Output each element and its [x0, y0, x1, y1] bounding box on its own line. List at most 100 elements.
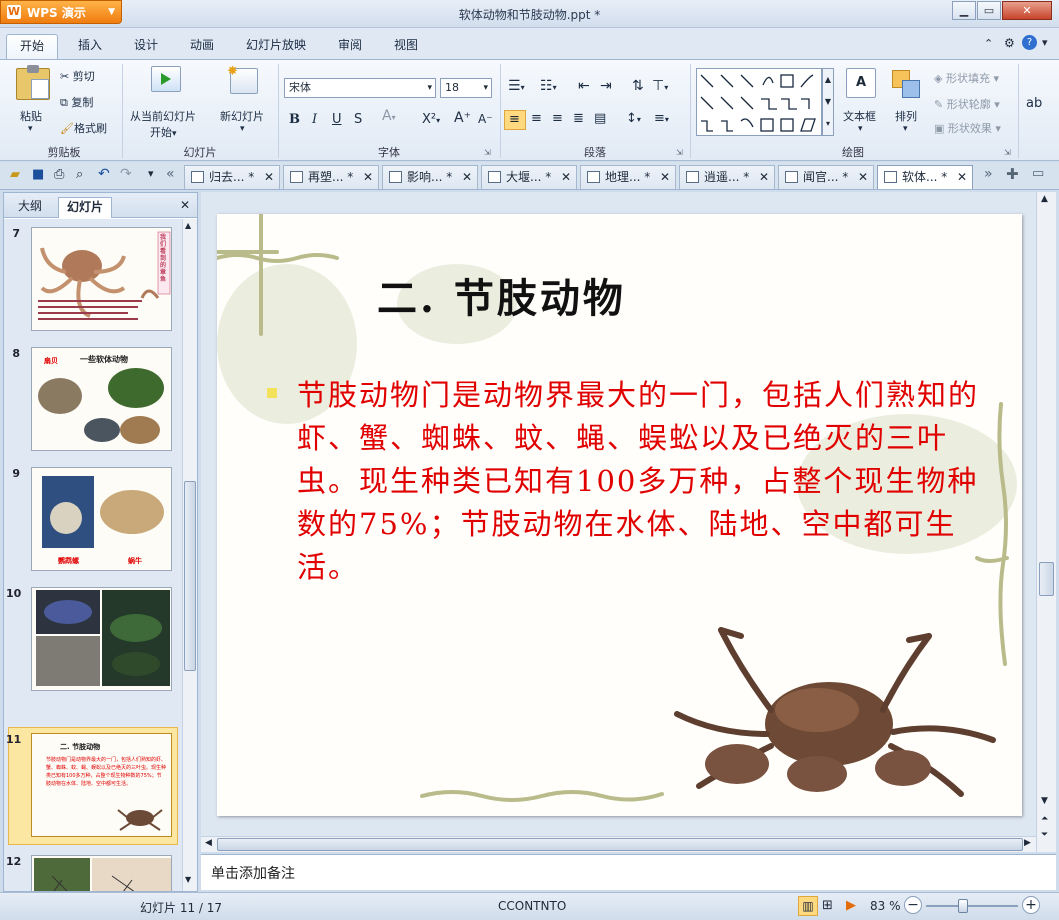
justify-icon[interactable]: ≣	[573, 111, 584, 126]
distribute-icon[interactable]: ▤	[594, 111, 606, 126]
help-icon[interactable]: ?	[1022, 35, 1037, 50]
line-spacing-icon[interactable]: ↕▾	[626, 111, 641, 126]
close-tab-icon[interactable]: ✕	[363, 166, 373, 188]
close-window-button[interactable]: ✕	[1002, 1, 1052, 20]
shrink-font-icon[interactable]: A⁻	[478, 112, 493, 126]
save-icon[interactable]: ■	[32, 167, 44, 182]
slide-thumbnail-11-selected[interactable]: 二. 节肢动物 节肢动物门是动物界最大的一门，包括人们熟知的虾、蟹、蜘蛛、蚊、蝇…	[31, 733, 172, 837]
doc-tab-7[interactable]: 闻官... * ✕	[778, 165, 874, 189]
chevron-down-icon[interactable]: ▾	[28, 124, 33, 134]
editor-horizontal-scrollbar[interactable]: ◀ ▶	[201, 836, 1036, 852]
chevron-down-icon[interactable]: ▾	[240, 124, 245, 134]
tab-list-icon[interactable]: ▭	[1032, 166, 1044, 181]
close-tab-icon[interactable]: ✕	[264, 166, 274, 188]
zoom-slider-thumb[interactable]	[958, 899, 968, 913]
doc-tab-active[interactable]: 软体... * ✕	[877, 165, 973, 189]
slide-sorter-icon[interactable]: ⊞	[822, 898, 833, 913]
shape-effect-button[interactable]: ▣ 形状效果 ▾	[934, 120, 1001, 136]
font-color-icon[interactable]: A▾	[382, 108, 396, 124]
copy-button[interactable]: ⧉ 复制	[60, 94, 93, 110]
shape-fill-button[interactable]: ◈ 形状填充 ▾	[934, 70, 999, 86]
font-name-select[interactable]: 宋体 ▾	[284, 78, 436, 98]
dialog-launcher-icon[interactable]: ⇲	[484, 148, 491, 157]
tab-animation[interactable]: 动画	[190, 36, 214, 56]
doc-tab-4[interactable]: 大堰... * ✕	[481, 165, 577, 189]
close-tab-icon[interactable]: ✕	[957, 166, 967, 188]
gallery-scroll[interactable]: ▲ ▼ ▾	[822, 68, 834, 136]
scroll-down-icon[interactable]: ▼	[185, 875, 191, 884]
scroll-up-icon[interactable]: ▲	[185, 221, 191, 230]
bullets-icon[interactable]: ☰▾	[508, 78, 525, 94]
decrease-indent-icon[interactable]: ⇤	[578, 78, 590, 94]
notes-area[interactable]: 单击添加备注	[201, 854, 1056, 890]
play-slideshow-icon[interactable]: ▶	[846, 898, 856, 913]
chevron-down-icon[interactable]: ▾	[858, 124, 863, 134]
scroll-down-icon[interactable]: ▼	[1041, 796, 1048, 806]
underline-button[interactable]: U	[332, 112, 342, 127]
tabs-scroll-right-icon[interactable]: »	[984, 166, 993, 182]
close-tab-icon[interactable]: ✕	[561, 166, 571, 188]
print-icon[interactable]: ⎙	[54, 167, 64, 182]
increase-indent-icon[interactable]: ⇥	[600, 78, 612, 94]
dialog-launcher-icon[interactable]: ⇲	[676, 148, 683, 157]
thumbnail-list[interactable]: 7 我们看到的章鱼 8 扇贝 一些软体动物 9 鹦鹉螺 蜗牛 10 11 二. …	[4, 219, 182, 891]
previous-slide-icon[interactable]: ⏶	[1041, 814, 1048, 824]
mode-icon[interactable]: ⚙	[1004, 36, 1015, 50]
cut-button[interactable]: ✂ 剪切	[60, 68, 95, 84]
slide-thumbnail-12[interactable]	[31, 855, 172, 891]
scroll-thumb[interactable]	[1039, 562, 1054, 596]
maximize-button[interactable]: ▭	[977, 1, 1001, 20]
doc-tab-2[interactable]: 再塑... * ✕	[283, 165, 379, 189]
close-tab-icon[interactable]: ✕	[858, 166, 868, 188]
format-painter-button[interactable]: 🖌格式刷	[60, 120, 107, 136]
print-preview-icon[interactable]: ⌕	[76, 167, 83, 182]
shadow-button[interactable]: S	[354, 112, 362, 127]
dialog-launcher-icon[interactable]: ⇲	[1004, 148, 1011, 157]
from-current-slide-button[interactable]: 从当前幻灯片	[130, 108, 196, 124]
zoom-slider-track[interactable]	[926, 905, 1018, 907]
new-tab-icon[interactable]: ✚	[1006, 165, 1019, 183]
thumbnail-scrollbar[interactable]: ▲ ▼	[182, 219, 197, 891]
tab-insert[interactable]: 插入	[78, 36, 102, 56]
align-text-icon[interactable]: ⊤▾	[652, 78, 668, 94]
tab-design[interactable]: 设计	[134, 36, 158, 56]
chevron-up-icon[interactable]: ⌃	[984, 37, 993, 50]
scroll-right-icon[interactable]: ▶	[1024, 838, 1031, 848]
tab-slideshow[interactable]: 幻灯片放映	[246, 36, 306, 56]
slide-thumbnail-8[interactable]: 扇贝 一些软体动物	[31, 347, 172, 451]
tab-review[interactable]: 审阅	[338, 36, 362, 56]
redo-icon[interactable]: ↷	[120, 166, 132, 182]
doc-tab-1[interactable]: 归去... * ✕	[184, 165, 280, 189]
paste-button[interactable]: 粘贴	[20, 108, 42, 124]
new-slide-button[interactable]: 新幻灯片	[220, 108, 264, 124]
ribbon-options-icon[interactable]: ▾	[1042, 36, 1048, 49]
slide-thumbnail-10[interactable]	[31, 587, 172, 691]
chevron-down-icon[interactable]: ▾	[903, 124, 908, 134]
scroll-up-icon[interactable]: ▲	[1041, 194, 1048, 204]
find-replace-icon[interactable]: ab	[1026, 96, 1042, 111]
open-folder-icon[interactable]: ▰	[10, 167, 20, 182]
superscript-icon[interactable]: X²▾	[422, 112, 440, 127]
slide-thumbnail-7[interactable]: 我们看到的章鱼	[31, 227, 172, 331]
undo-icon[interactable]: ↶	[98, 166, 110, 182]
start-button[interactable]: 开始▾	[150, 124, 177, 140]
textbox-button[interactable]: 文本框	[843, 108, 876, 124]
doc-tab-6[interactable]: 逍遥... * ✕	[679, 165, 775, 189]
align-left-button[interactable]: ≡	[504, 110, 526, 130]
quick-access-dropdown-icon[interactable]: ▾	[148, 167, 154, 180]
scroll-left-icon[interactable]: ◀	[205, 838, 212, 848]
paragraph-spacing-icon[interactable]: ≡▾	[654, 111, 669, 126]
slide-title[interactable]: 二. 节肢动物	[377, 266, 626, 324]
close-tab-icon[interactable]: ✕	[462, 166, 472, 188]
slide-body-text[interactable]: 节肢动物门是动物界最大的一门，包括人们熟知的虾、蟹、蜘蛛、蚊、蝇、蜈蚣以及已绝灭…	[297, 374, 987, 589]
next-slide-icon[interactable]: ⏷	[1041, 830, 1048, 840]
scroll-thumb[interactable]	[184, 481, 196, 671]
align-center-icon[interactable]: ≡	[531, 111, 542, 126]
grow-font-icon[interactable]: A⁺	[454, 110, 471, 126]
arrange-button[interactable]: 排列	[895, 108, 917, 124]
font-size-select[interactable]: 18 ▾	[440, 78, 492, 98]
close-panel-icon[interactable]: ✕	[180, 198, 190, 212]
shape-outline-button[interactable]: ✎ 形状轮廓 ▾	[934, 96, 1000, 112]
tabs-scroll-left-icon[interactable]: «	[166, 166, 175, 182]
paste-icon[interactable]	[16, 65, 50, 100]
